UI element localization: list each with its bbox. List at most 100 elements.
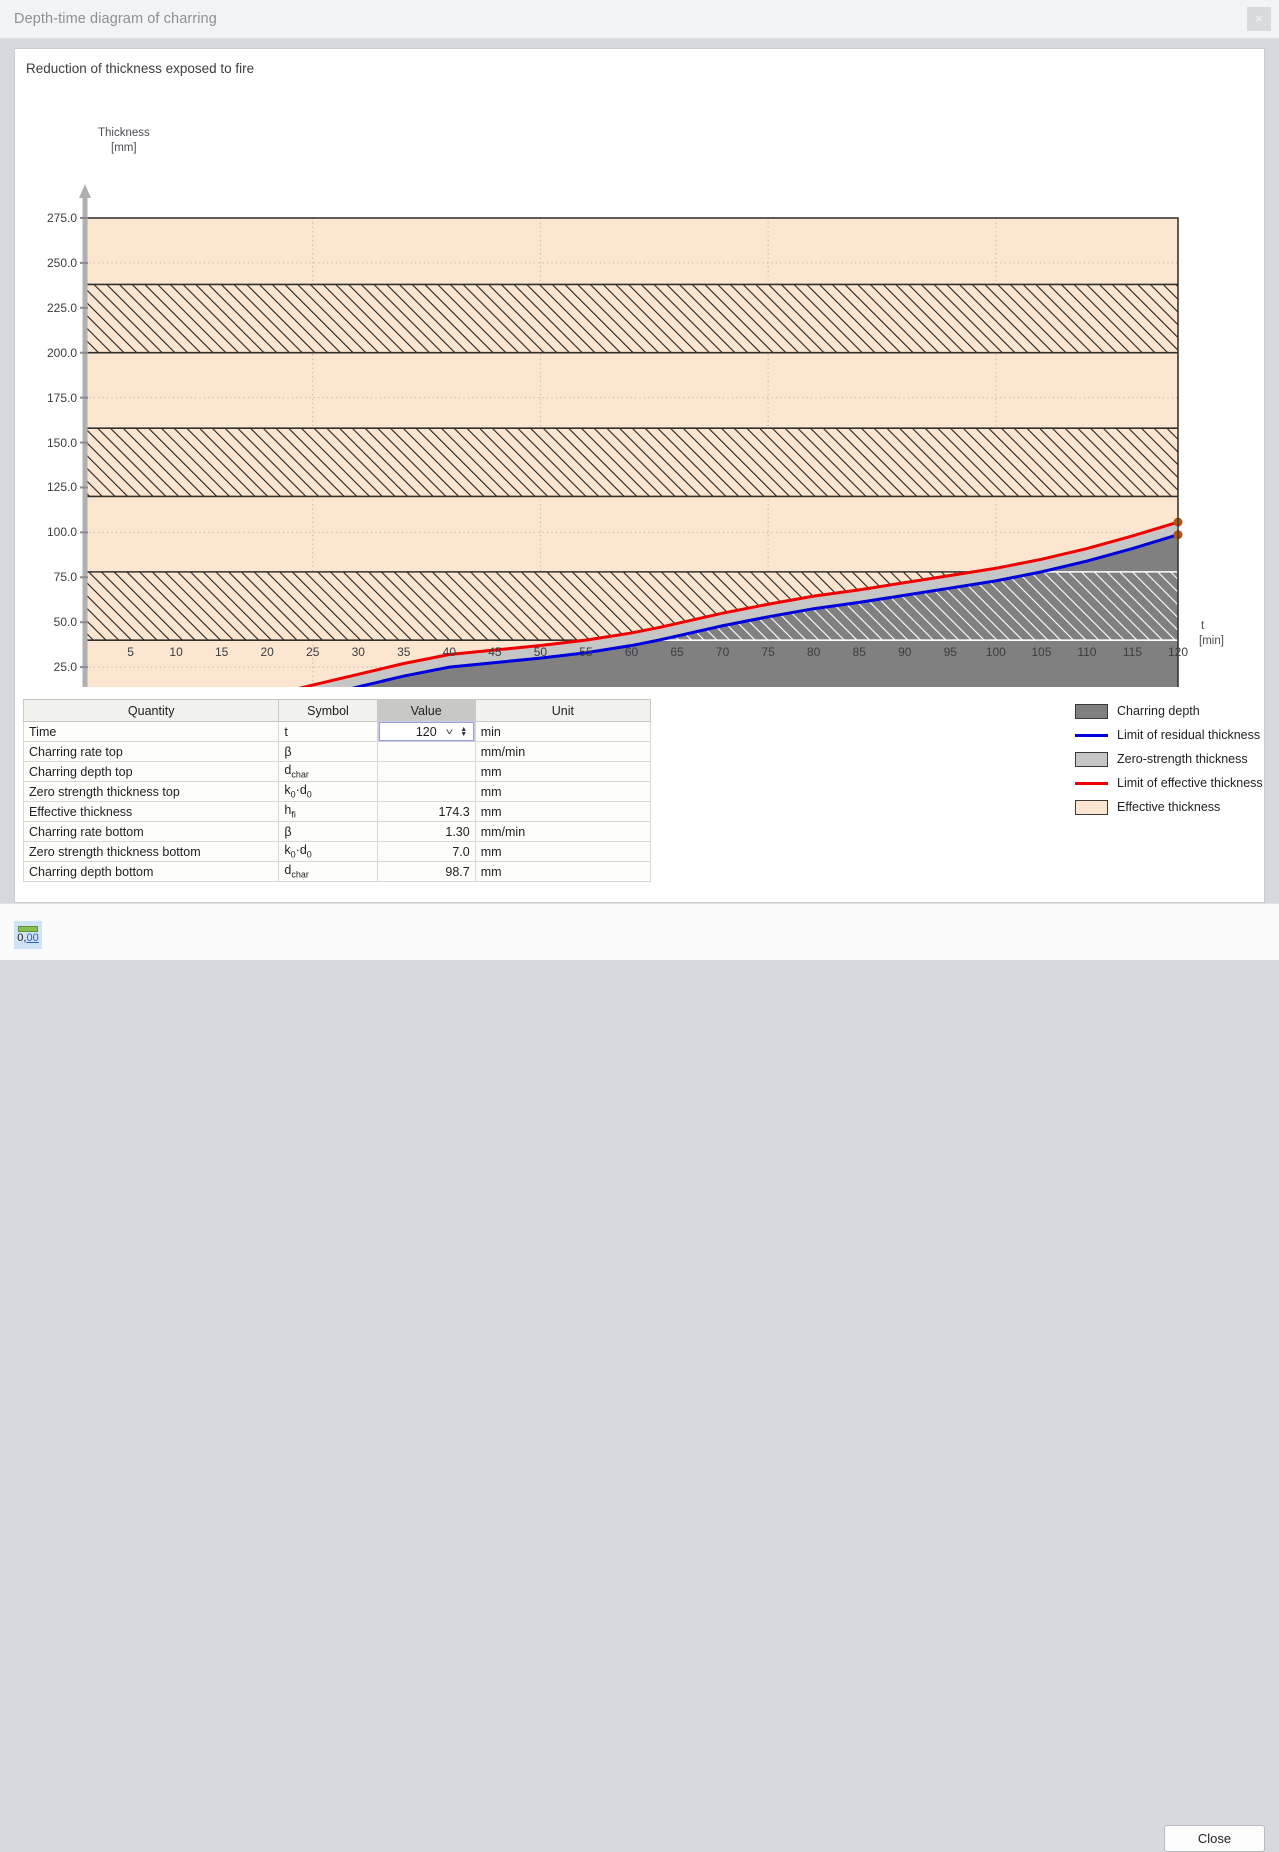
x-tick-label: 55 [566,645,606,659]
y-tick-label: 225.0 [23,301,77,315]
cell-symbol: t [279,722,377,742]
cell-value: 174.3 [377,802,475,822]
x-tick-label: 10 [156,645,196,659]
cell-quantity: Charring depth top [24,762,279,782]
y-tick-label: 200.0 [23,346,77,360]
x-tick-label: 85 [839,645,879,659]
legend-label: Limit of effective thickness [1117,776,1263,790]
titlebar: Depth-time diagram of charring × [0,0,1279,39]
x-tick-label: 60 [612,645,652,659]
legend-label: Limit of residual thickness [1117,728,1260,742]
window-title: Depth-time diagram of charring [14,11,217,27]
x-tick-label: 5 [111,645,151,659]
y-tick-label: 75.0 [23,570,77,584]
y-tick-label: 100.0 [23,525,77,539]
col-header-unit[interactable]: Unit [475,700,650,722]
cell-unit: mm [475,782,650,802]
legend-swatch [1075,704,1108,719]
legend-label: Charring depth [1117,704,1200,718]
dialog-window: Depth-time diagram of charring × Reducti… [0,0,1279,960]
y-tick-label: 25.0 [23,660,77,674]
x-tick-label: 105 [1021,645,1061,659]
y-axis-arrow-icon [79,184,91,198]
y-tick-label: 125.0 [23,480,77,494]
y-tick-label: 175.0 [23,391,77,405]
cell-value [377,782,475,802]
cell-symbol: dchar [279,762,377,782]
col-header-symbol[interactable]: Symbol [279,700,377,722]
cell-symbol: β [279,742,377,762]
col-header-value[interactable]: Value [377,700,475,722]
decimal-places-label: 0,00 [17,933,38,944]
time-value[interactable]: 120 [380,725,442,739]
legend-item: Zero-strength thickness [1075,747,1260,771]
y-tick-label: 275.0 [23,211,77,225]
x-tick-label: 100 [976,645,1016,659]
cell-unit: mm [475,802,650,822]
x-tick-label: 45 [475,645,515,659]
x-tick-label: 120 [1158,645,1198,659]
x-tick-label: 30 [338,645,378,659]
x-tick-label: 20 [247,645,287,659]
hatched-band-2 [85,284,1178,352]
close-button[interactable]: Close [1164,1825,1265,1852]
cell-unit: mm [475,762,650,782]
cell-quantity: Charring depth bottom [24,862,279,882]
chevron-down-icon[interactable]: ˅ [438,727,461,737]
x-tick-label: 35 [384,645,424,659]
table-row[interactable]: Charring depth bottomdchar98.7mm [24,862,651,882]
table-row[interactable]: Charring depth topdchar mm [24,762,651,782]
cell-value: 7.0 [377,842,475,862]
legend-item: Limit of residual thickness [1075,723,1260,747]
cell-value[interactable]: 120˅▲▼ [377,722,475,742]
table-row[interactable]: Zero strength thickness bottomk0·d07.0mm [24,842,651,862]
table-row[interactable]: Charring rate bottomβ1.30mm/min [24,822,651,842]
hatched-band-1 [85,428,1178,496]
cell-symbol: k0·d0 [279,782,377,802]
page-title: Reduction of thickness exposed to fire [26,61,254,76]
cell-value: 1.30 [377,822,475,842]
chart: Thickness [mm] t [min] 275.0250.0225.02 [23,87,1255,687]
close-icon[interactable]: × [1247,7,1271,31]
chart-legend: Charring depth Limit of residual thicknes… [1075,699,1260,819]
content-panel: Reduction of thickness exposed to fire T… [14,48,1265,903]
time-spinner[interactable]: 120˅▲▼ [379,722,474,741]
cell-quantity: Time [24,722,279,742]
cell-quantity: Charring rate bottom [24,822,279,842]
cell-quantity: Charring rate top [24,742,279,762]
x-tick-label: 75 [748,645,788,659]
col-header-quantity[interactable]: Quantity [24,700,279,722]
cell-quantity: Zero strength thickness top [24,782,279,802]
table-row[interactable]: Charring rate topβ mm/min [24,742,651,762]
cell-unit: min [475,722,650,742]
table-header-row: Quantity Symbol Value Unit [24,700,651,722]
cell-unit: mm [475,842,650,862]
x-tick-label: 90 [885,645,925,659]
legend-item: Charring depth [1075,699,1260,723]
x-tick-label: 40 [429,645,469,659]
x-tick-label: 50 [520,645,560,659]
cell-unit: mm [475,862,650,882]
cell-value [377,742,475,762]
cell-value: 98.7 [377,862,475,882]
table-row[interactable]: Timet120˅▲▼min [24,722,651,742]
legend-line-marker [1075,734,1108,737]
legend-item: Effective thickness [1075,795,1260,819]
x-tick-label: 80 [794,645,834,659]
legend-label: Zero-strength thickness [1117,752,1248,766]
cell-symbol: dchar [279,862,377,882]
table-row[interactable]: Effective thicknesshfi174.3mm [24,802,651,822]
table-row[interactable]: Zero strength thickness topk0·d0 mm [24,782,651,802]
decimal-places-button[interactable]: 0,00 [14,921,42,949]
y-tick-label: 150.0 [23,436,77,450]
x-tick-label: 110 [1067,645,1107,659]
legend-swatch [1075,800,1108,815]
y-tick-label: 250.0 [23,256,77,270]
cell-unit: mm/min [475,742,650,762]
x-tick-label: 15 [202,645,242,659]
cell-unit: mm/min [475,822,650,842]
x-tick-label: 25 [293,645,333,659]
x-tick-label: 95 [930,645,970,659]
plot-canvas[interactable] [23,87,1255,687]
cell-value [377,762,475,782]
